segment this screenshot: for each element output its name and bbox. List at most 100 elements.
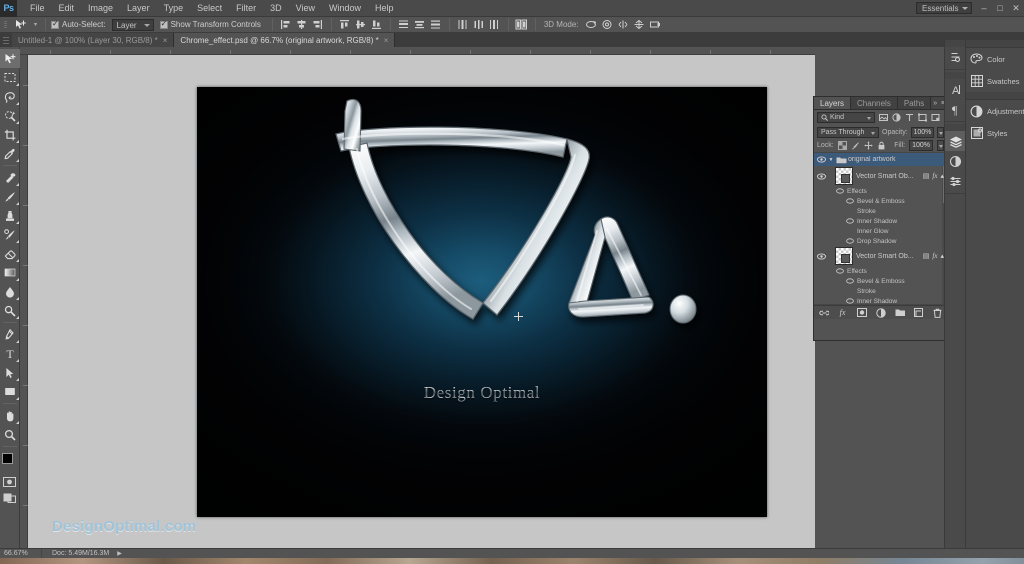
gradient-tool[interactable] — [0, 263, 20, 282]
roll-3d-object-icon[interactable] — [600, 18, 615, 32]
options-bar-grip[interactable] — [2, 18, 9, 32]
layer-row-group-original-artwork[interactable]: ▼ original artwork — [814, 153, 947, 166]
filter-shape-icon[interactable] — [917, 112, 928, 123]
menu-window[interactable]: Window — [322, 0, 368, 17]
screen-mode-icon[interactable] — [0, 490, 20, 506]
delete-layer-icon[interactable] — [933, 308, 943, 318]
distribute-vertical-centers-button[interactable] — [412, 18, 427, 32]
layers-panel-icon[interactable] — [945, 131, 966, 151]
effects-visibility-icon[interactable] — [836, 188, 844, 194]
effect-drop-shadow-1[interactable]: Drop Shadow — [814, 236, 947, 246]
align-left-edges-button[interactable] — [278, 18, 293, 32]
auto-select-checkbox[interactable]: Auto-Select: — [51, 19, 106, 29]
effect-stroke-1[interactable]: Stroke — [814, 206, 947, 216]
effect-visibility-icon[interactable] — [846, 278, 854, 284]
lasso-tool[interactable] — [0, 87, 20, 106]
add-layer-style-icon[interactable]: fx — [838, 308, 848, 318]
tool-preset-caret-icon[interactable]: ▾ — [31, 21, 40, 28]
opacity-stepper[interactable] — [937, 126, 944, 138]
align-horizontal-centers-button[interactable] — [294, 18, 309, 32]
properties-panel-icon[interactable] — [945, 171, 966, 191]
effect-inner-glow-1[interactable]: Inner Glow — [814, 226, 947, 236]
tab-channels[interactable]: Channels — [851, 97, 898, 109]
layer-row-vector-smart-object-2[interactable]: Vector Smart Ob... ▤ fx ▴ — [814, 246, 947, 266]
menu-3d[interactable]: 3D — [263, 0, 289, 17]
brush-tool[interactable] — [0, 187, 20, 206]
opacity-value[interactable]: 100% — [910, 126, 935, 138]
auto-select-target-dropdown[interactable]: Layer — [111, 18, 154, 31]
panel-styles[interactable]: Styles — [966, 122, 1024, 144]
menu-file[interactable]: File — [23, 0, 52, 17]
panel-adjustments[interactable]: Adjustments — [966, 100, 1024, 122]
new-layer-icon[interactable] — [914, 308, 924, 318]
spot-healing-brush-tool[interactable] — [0, 168, 20, 187]
layer-thumbnail[interactable] — [835, 167, 853, 185]
blend-mode-dropdown[interactable]: Pass Through — [817, 126, 879, 138]
filter-type-icon[interactable] — [904, 112, 915, 123]
effects-header-1[interactable]: Effects — [814, 186, 947, 196]
fill-value[interactable]: 100% — [909, 140, 933, 151]
scale-3d-object-icon[interactable] — [648, 18, 663, 32]
effect-visibility-icon[interactable] — [846, 238, 854, 244]
layer-visibility-eye-icon[interactable] — [816, 156, 827, 163]
eraser-tool[interactable] — [0, 244, 20, 263]
rectangle-tool[interactable] — [0, 382, 20, 401]
lock-all-icon[interactable] — [877, 141, 886, 150]
character-panel-icon[interactable]: A — [945, 79, 966, 99]
align-bottom-edges-button[interactable] — [369, 18, 384, 32]
add-layer-mask-icon[interactable] — [856, 308, 867, 318]
clone-stamp-tool[interactable] — [0, 206, 20, 225]
close-button[interactable]: ✕ — [1008, 0, 1024, 17]
show-transform-checkbox-box[interactable] — [159, 19, 168, 29]
rail-group-3-header[interactable] — [945, 124, 965, 131]
dock-group-2-header[interactable] — [966, 92, 1024, 100]
lock-position-icon[interactable] — [864, 141, 873, 150]
history-panel-icon[interactable] — [945, 47, 966, 67]
tab-layers[interactable]: Layers — [814, 97, 852, 109]
layer-name-vector-smart-object-1[interactable]: Vector Smart Ob... — [856, 173, 923, 180]
lock-image-pixels-icon[interactable] — [851, 141, 860, 150]
rotate-3d-object-icon[interactable] — [584, 18, 599, 32]
slide-3d-object-icon[interactable] — [632, 18, 647, 32]
panel-swatches[interactable]: Swatches — [966, 70, 1024, 92]
new-group-icon[interactable] — [895, 308, 905, 318]
fill-stepper[interactable] — [937, 140, 944, 151]
minimize-button[interactable]: – — [976, 0, 992, 17]
foreground-color-swatch[interactable] — [1, 453, 13, 464]
layer-list[interactable]: ▼ original artwork Vector Smart Ob... ▤ … — [814, 153, 947, 305]
path-selection-tool[interactable] — [0, 363, 20, 382]
document-tab-chrome-effect-close-icon[interactable]: × — [384, 36, 389, 45]
adjustments-rail-icon[interactable] — [945, 151, 966, 171]
layer-visibility-eye-icon[interactable] — [816, 252, 827, 260]
effect-inner-shadow-2[interactable]: Inner Shadow — [814, 296, 947, 304]
menu-select[interactable]: Select — [190, 0, 229, 17]
document-tab-chrome-effect[interactable]: Chrome_effect.psd @ 66.7% (original artw… — [174, 33, 396, 47]
distribute-horizontal-centers-button[interactable] — [471, 18, 486, 32]
quick-selection-tool[interactable] — [0, 106, 20, 125]
distribute-left-edges-button[interactable] — [455, 18, 470, 32]
move-tool[interactable] — [0, 49, 20, 68]
pen-tool[interactable] — [0, 325, 20, 344]
rail-group-2-header[interactable] — [945, 72, 965, 79]
zoom-tool[interactable] — [0, 425, 20, 444]
new-fill-adjustment-layer-icon[interactable] — [875, 307, 886, 318]
align-right-edges-button[interactable] — [310, 18, 325, 32]
paragraph-panel-icon[interactable]: ¶ — [945, 99, 966, 119]
lock-transparent-pixels-icon[interactable] — [837, 141, 847, 150]
tab-paths[interactable]: Paths — [897, 97, 932, 109]
maximize-button[interactable]: □ — [992, 0, 1008, 17]
layer-fx-icon[interactable]: fx — [932, 172, 937, 180]
distribute-bottom-edges-button[interactable] — [428, 18, 443, 32]
show-transform-controls-checkbox[interactable]: Show Transform Controls — [159, 19, 261, 29]
history-brush-tool[interactable] — [0, 225, 20, 244]
tab-bar-grip[interactable] — [0, 33, 12, 47]
effects-visibility-icon[interactable] — [836, 268, 844, 274]
filter-adjustment-icon[interactable] — [891, 112, 902, 123]
distribute-top-edges-button[interactable] — [396, 18, 411, 32]
layer-fx-icon[interactable]: fx — [932, 252, 937, 260]
color-swatches[interactable] — [0, 452, 20, 474]
effect-inner-shadow-1[interactable]: Inner Shadow — [814, 216, 947, 226]
hand-tool[interactable] — [0, 406, 20, 425]
document-tab-untitled-close-icon[interactable]: × — [163, 36, 168, 45]
panel-color[interactable]: Color — [966, 48, 1024, 70]
